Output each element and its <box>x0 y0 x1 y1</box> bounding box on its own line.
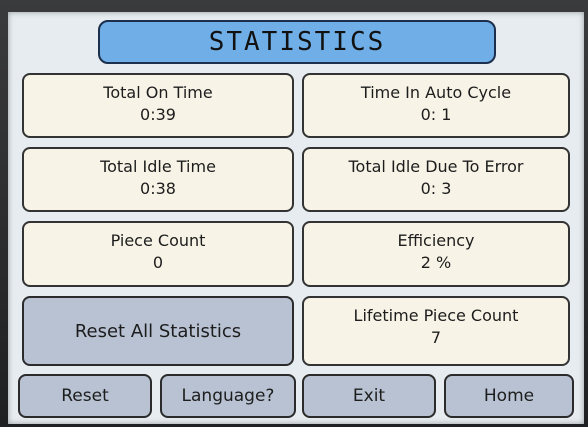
page-title: STATISTICS <box>98 20 496 64</box>
total-idle-due-to-error-card: Total Idle Due To Error 0: 3 <box>302 147 570 212</box>
piece-count-value: 0 <box>152 253 164 272</box>
total-idle-due-to-error-value: 0: 3 <box>420 179 452 198</box>
reset-button[interactable]: Reset <box>18 374 152 418</box>
time-in-auto-cycle-value: 0: 1 <box>420 105 452 124</box>
lifetime-piece-count-label: Lifetime Piece Count <box>353 306 519 325</box>
exit-button[interactable]: Exit <box>302 374 436 418</box>
lifetime-piece-count-value: 7 <box>430 328 442 347</box>
efficiency-label: Efficiency <box>397 231 475 250</box>
total-idle-time-value: 0:38 <box>140 179 176 198</box>
piece-count-card: Piece Count 0 <box>22 221 294 287</box>
total-on-time-card: Total On Time 0:39 <box>22 73 294 138</box>
piece-count-label: Piece Count <box>110 231 206 250</box>
efficiency-card: Efficiency 2 % <box>302 221 570 287</box>
total-on-time-value: 0:39 <box>140 105 176 124</box>
total-idle-time-card: Total Idle Time 0:38 <box>22 147 294 212</box>
total-on-time-label: Total On Time <box>103 83 213 102</box>
time-in-auto-cycle-label: Time In Auto Cycle <box>360 83 512 102</box>
time-in-auto-cycle-card: Time In Auto Cycle 0: 1 <box>302 73 570 138</box>
reset-all-statistics-button[interactable]: Reset All Statistics <box>22 296 294 366</box>
language-button[interactable]: Language? <box>160 374 296 418</box>
efficiency-value: 2 % <box>420 253 452 272</box>
total-idle-time-label: Total Idle Time <box>100 157 216 176</box>
total-idle-due-to-error-label: Total Idle Due To Error <box>348 157 524 176</box>
home-button[interactable]: Home <box>444 374 574 418</box>
lifetime-piece-count-card: Lifetime Piece Count 7 <box>302 296 570 366</box>
